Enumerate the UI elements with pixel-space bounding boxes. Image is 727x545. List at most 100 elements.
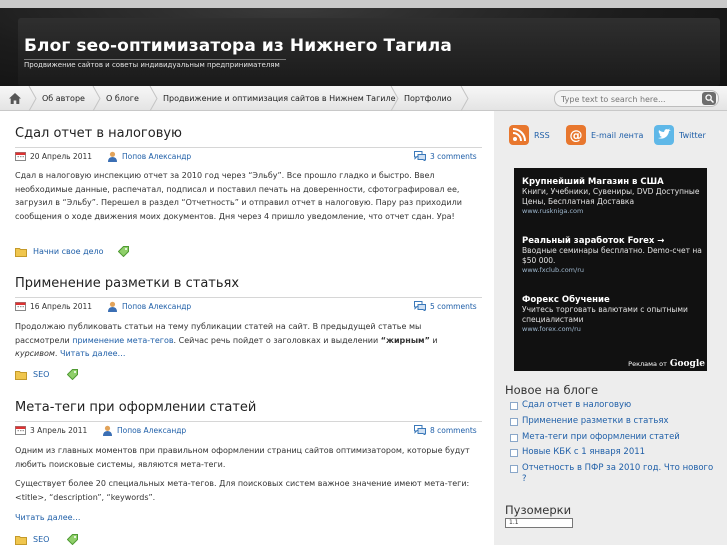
ad-item[interactable]: Форекс Обучение Учитесь торговать валюта… [522,295,702,333]
search-button[interactable] [702,92,716,105]
post-category-link[interactable]: SEO [33,535,49,544]
rss-label[interactable]: RSS [534,131,550,140]
nav-separator [92,86,102,111]
post-footer: SEO [15,369,79,380]
sidebar: RSS @ E-mail лента Twitter Крупнейший Ма… [494,111,727,545]
post: Мета-теги при оформлении статей [15,400,482,415]
read-more-link[interactable]: Читать далее… [15,513,81,522]
post-date: 20 Апрель 2011 [15,151,92,161]
new-posts-title: Новое на блоге [505,383,599,397]
post-footer: SEO [15,534,79,545]
post-author[interactable]: Попов Александр [107,301,191,312]
bullet-icon [510,465,518,473]
site-description: Продвижение сайтов и советы индивидуальн… [24,59,286,69]
bullet-icon [510,449,518,457]
new-post-item[interactable]: Мета-теги при оформлении статей [510,432,720,443]
calendar-icon [15,302,26,311]
excerpt-text: и [429,335,438,345]
twitter-link[interactable]: Twitter [654,125,706,145]
nav-item-about-blog[interactable]: О блоге [106,86,139,111]
post-category-link[interactable]: Начни свое дело [33,247,104,256]
post-title[interactable]: Применение разметки в статьях [15,276,482,291]
post-comments[interactable]: 3 comments [414,151,477,161]
search-icon [704,94,714,103]
search-input[interactable] [561,93,696,105]
nav-separator [460,86,470,111]
new-post-link[interactable]: Применение разметки в статьях [522,416,668,426]
post-comments-link[interactable]: 5 comments [430,302,477,311]
ad-text: Вводные семинары бесплатно. Demo-счет на… [522,246,702,265]
nav-item-about-author[interactable]: Об авторе [42,86,85,111]
post-author-link[interactable]: Попов Александр [122,302,191,311]
new-post-item[interactable]: Сдал отчет в налоговую [510,400,720,411]
new-post-item[interactable]: Применение разметки в статьях [510,416,720,427]
post-footer: Начни свое дело [15,246,129,257]
excerpt-italic: курсивом [15,349,55,358]
ad-url[interactable]: www.ruskniga.com [522,207,702,215]
post-date-text: 3 Апрель 2011 [30,425,88,435]
rss-link[interactable]: RSS [509,125,550,145]
ad-item[interactable]: Реальный заработок Forex → Вводные семин… [522,236,702,274]
new-post-item[interactable]: Новые КБК с 1 января 2011 [510,447,720,458]
comments-icon [414,425,426,435]
tag-icon [67,534,79,545]
post-author[interactable]: Попов Александр [102,425,186,436]
nav-separator [149,86,159,111]
post-author[interactable]: Попов Александр [107,151,191,162]
post-meta: 16 Апрель 2011 Попов Александр 5 comment… [15,297,482,312]
google-logo: Google [669,359,705,369]
new-post-link[interactable]: Отчетность в ПФР за 2010 год. Что нового… [522,463,713,484]
new-post-link[interactable]: Сдал отчет в налоговую [522,400,631,410]
post-excerpt: Сдал в налоговую инспекцию отчет за 2010… [15,171,462,221]
post-excerpt: Продолжаю публиковать статьи на тему пуб… [15,320,475,361]
post-title[interactable]: Сдал отчет в налоговую [15,126,482,141]
folder-icon [15,247,27,257]
nav-item-portfolio[interactable]: Портфолио [404,86,452,111]
rss-icon [509,125,529,145]
new-post-item[interactable]: Отчетность в ПФР за 2010 год. Что нового… [510,463,720,485]
post: Применение разметки в статьях [15,276,482,291]
puzomerki-badge[interactable]: 1.1 [505,518,573,528]
post-comments[interactable]: 5 comments [414,301,477,311]
read-more-link[interactable]: Читать далее… [60,349,126,358]
post-date-text: 16 Апрель 2011 [30,301,93,311]
post-comments-link[interactable]: 8 comments [430,426,477,435]
email-feed-link[interactable]: @ E-mail лента [566,125,643,145]
user-icon [108,151,117,162]
home-icon [9,93,21,104]
bullet-icon [510,418,518,426]
home-button[interactable] [0,86,30,111]
site-title[interactable]: Блог seo-оптимизатора из Нижнего Тагила [24,36,452,56]
new-post-link[interactable]: Новые КБК с 1 января 2011 [522,447,645,457]
post-category-link[interactable]: SEO [33,370,49,379]
post-footer: Читать далее… [15,513,81,522]
ads-by-google[interactable]: Реклама от Google [628,359,705,369]
meta-tags-link[interactable]: применение мета-тегов [72,336,173,345]
post-date: 3 Апрель 2011 [15,425,87,435]
ad-url[interactable]: www.forex.com/ru [522,325,702,333]
ad-text: Книги, Учебники, Сувениры, DVD Доступные… [522,187,700,206]
nav-item-seo-promotion[interactable]: Продвижение и оптимизация сайтов в Нижне… [163,86,396,111]
nav-separator [28,86,38,111]
new-post-link[interactable]: Мета-теги при оформлении статей [522,432,680,442]
excerpt-text: . Сейчас речь пойдет о заголовках и выде… [173,335,381,345]
ad-title[interactable]: Реальный заработок Forex → [522,236,702,246]
twitter-label[interactable]: Twitter [679,131,706,140]
post-comments[interactable]: 8 comments [414,425,477,435]
email-feed-label[interactable]: E-mail лента [591,131,643,140]
ad-title[interactable]: Форекс Обучение [522,295,702,305]
puzomerki-title: Пузомерки [505,503,572,517]
post-author-link[interactable]: Попов Александр [117,426,186,435]
bullet-icon [510,434,518,442]
post-author-link[interactable]: Попов Александр [122,152,191,161]
post-title[interactable]: Мета-теги при оформлении статей [15,400,482,415]
ad-title[interactable]: Крупнейший Магазин в США [522,177,702,187]
tag-icon [67,369,79,380]
nav-separator [390,86,400,111]
ad-url[interactable]: www.fxclub.com/ru [522,266,702,274]
ad-item[interactable]: Крупнейший Магазин в США Книги, Учебники… [522,177,702,215]
post-excerpt-p2: Существует более 20 специальных мета-тег… [15,479,470,502]
excerpt-bold: “жирным” [380,335,430,345]
email-icon: @ [566,125,586,145]
post-comments-link[interactable]: 3 comments [430,152,477,161]
